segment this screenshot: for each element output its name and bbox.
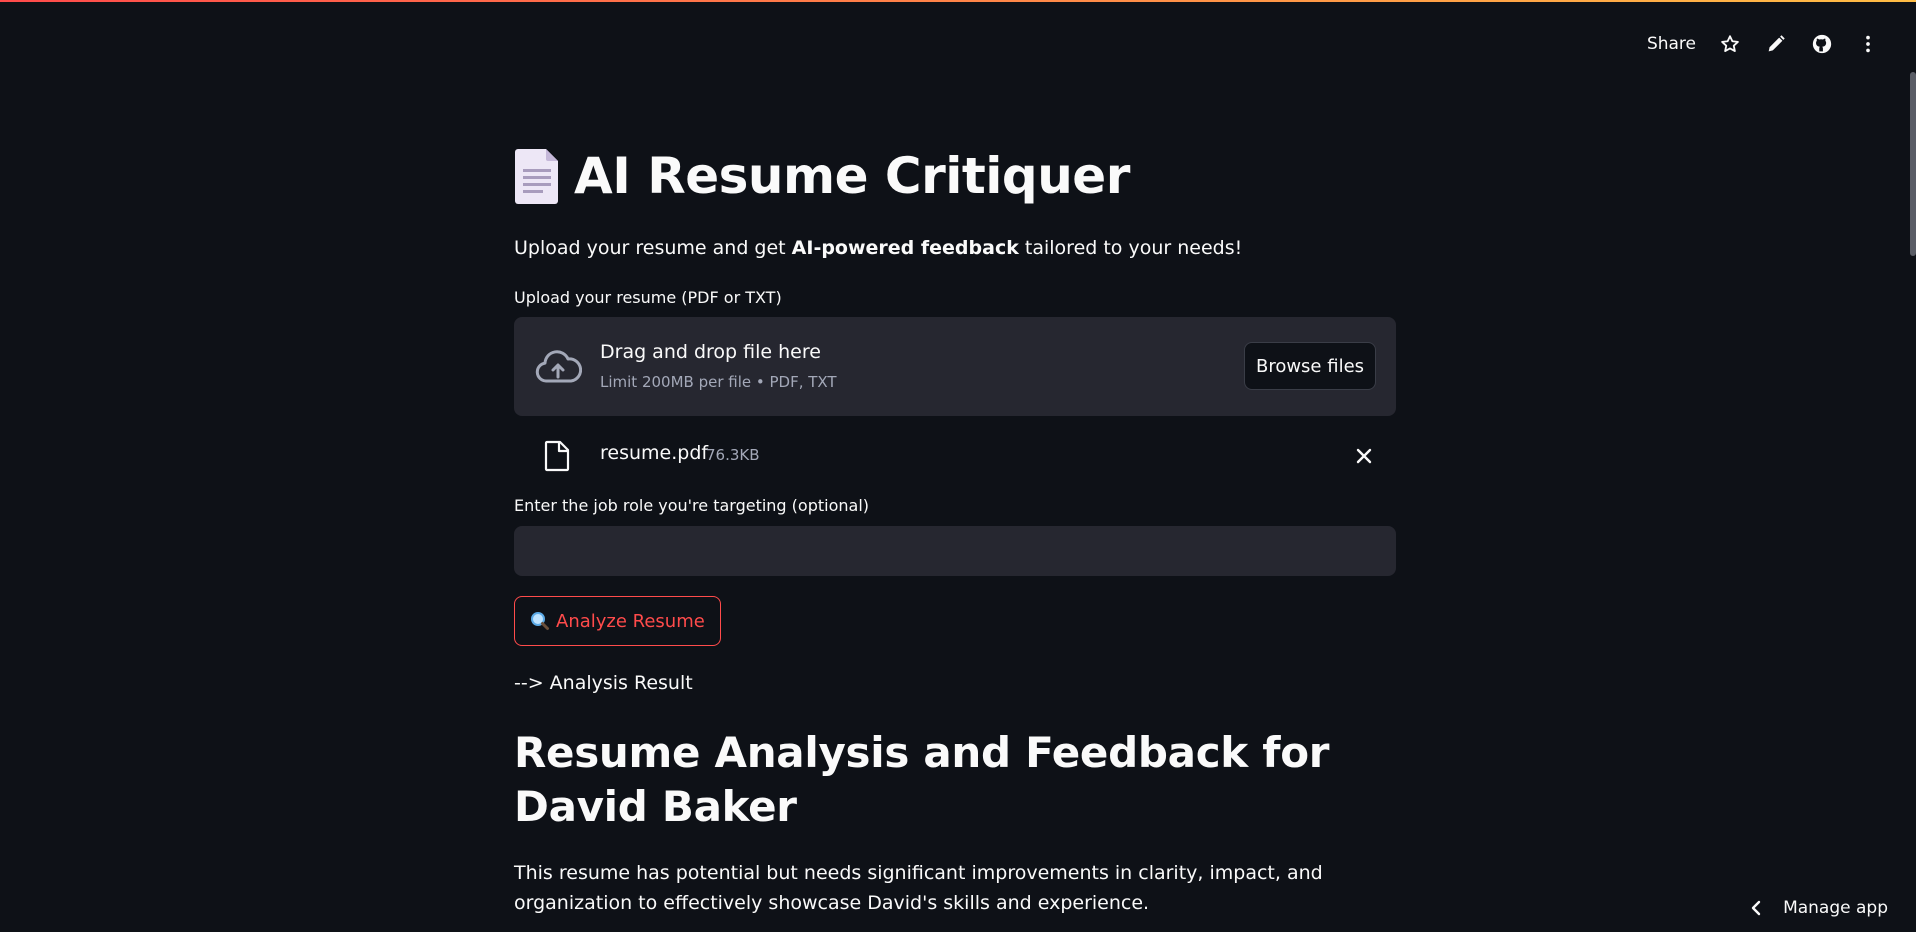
chevron-left-icon (1749, 899, 1763, 917)
browse-files-button[interactable]: Browse files (1244, 342, 1376, 390)
dropzone-title: Drag and drop file here (600, 341, 821, 363)
analysis-summary-paragraph: This resume has potential but needs sign… (514, 862, 1323, 914)
share-button[interactable]: Share (1647, 34, 1696, 54)
file-dropzone[interactable]: Drag and drop file here Limit 200MB per … (514, 317, 1396, 416)
file-icon (542, 440, 572, 472)
analysis-heading: Resume Analysis and Feedback for David B… (514, 728, 1330, 831)
top-decoration-bar (0, 0, 1916, 2)
subtitle-text-end: tailored to your needs! (1018, 237, 1243, 259)
star-icon[interactable] (1718, 32, 1742, 56)
analyze-resume-button[interactable]: Analyze Resume (514, 596, 721, 646)
uploaded-file-row: resume.pdf 76.3KB (514, 416, 1396, 494)
subtitle-bold-text: AI-powered feedback (791, 237, 1019, 259)
job-role-label: Enter the job role you're targeting (opt… (514, 496, 869, 515)
remove-file-icon[interactable] (1354, 446, 1374, 466)
manage-app-button[interactable]: Manage app (1749, 898, 1888, 918)
job-role-input[interactable] (514, 526, 1396, 576)
cloud-upload-icon (534, 347, 583, 387)
kebab-menu-icon[interactable] (1856, 32, 1880, 56)
uploaded-file-name: resume.pdf (600, 442, 709, 464)
pencil-icon[interactable] (1764, 32, 1788, 56)
analysis-result-label: --> Analysis Result (514, 672, 693, 694)
page-facing-up-icon (514, 147, 560, 205)
magnifying-glass-icon (530, 611, 550, 631)
uploaded-file-size: 76.3KB (706, 446, 760, 464)
manage-app-label: Manage app (1783, 898, 1888, 918)
page-title-text: AI Resume Critiquer (574, 147, 1130, 205)
uploader-label: Upload your resume (PDF or TXT) (514, 288, 782, 307)
github-icon[interactable] (1810, 32, 1834, 56)
app-toolbar: Share (1647, 28, 1880, 60)
page-title: AI Resume Critiquer (514, 140, 1396, 212)
analyze-resume-label: Analyze Resume (556, 610, 705, 632)
page-subtitle: Upload your resume and get AI-powered fe… (514, 236, 1396, 260)
main-content: AI Resume Critiquer Upload your resume a… (514, 140, 1396, 918)
dropzone-limit-text: Limit 200MB per file • PDF, TXT (600, 373, 837, 391)
page-scrollbar[interactable] (1910, 72, 1916, 256)
subtitle-text: Upload your resume and get (514, 237, 792, 259)
